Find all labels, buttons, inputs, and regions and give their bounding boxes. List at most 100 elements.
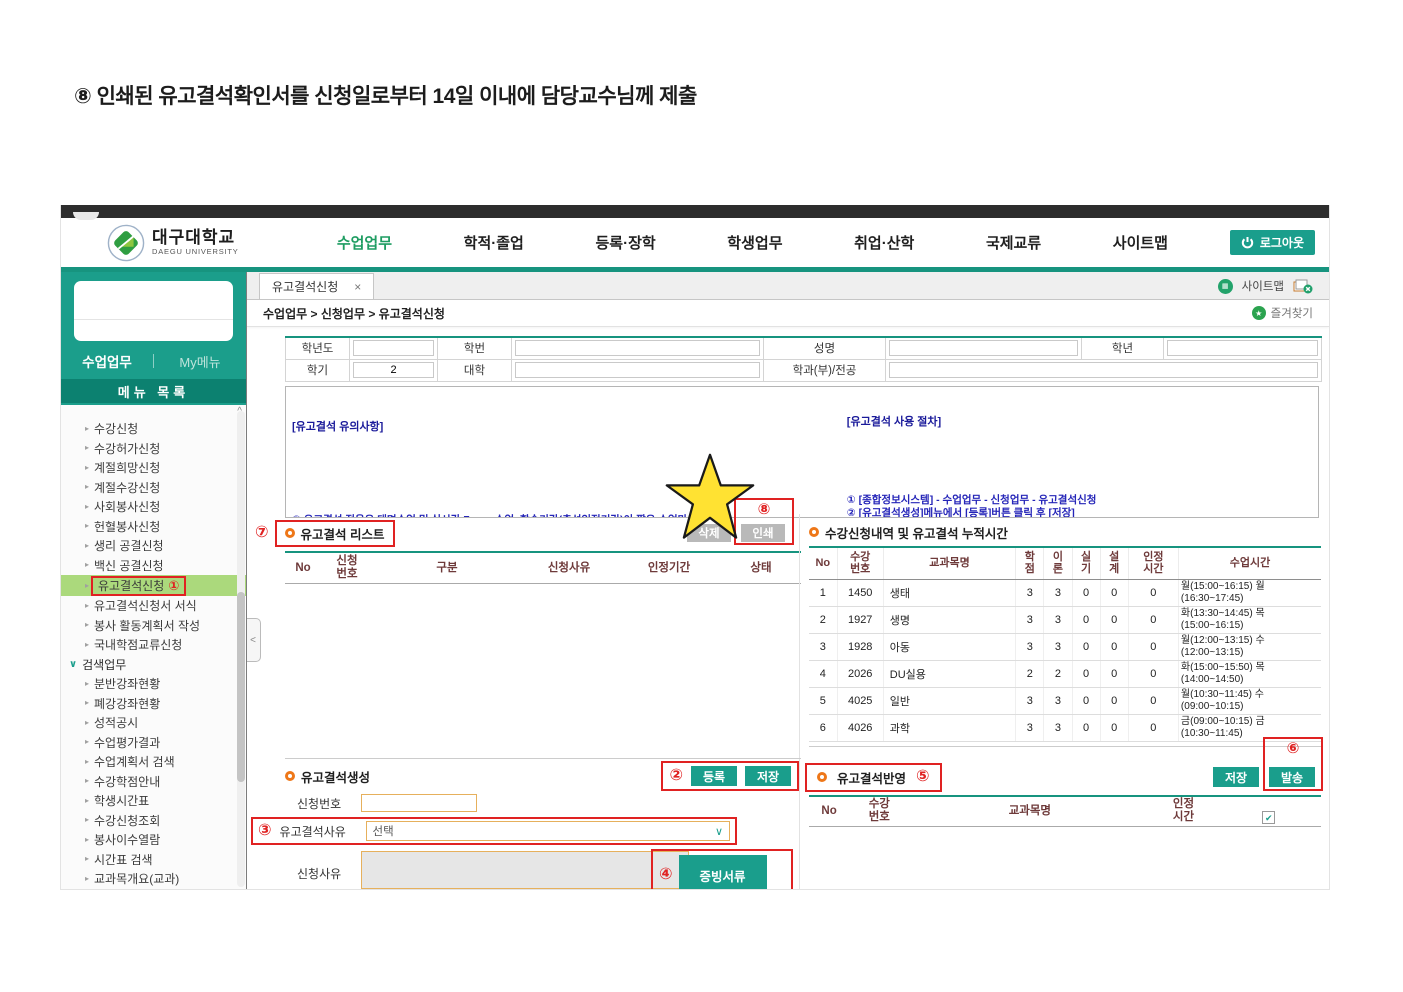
sidebar-menu-item[interactable]: ▸학업성적조회: [61, 889, 246, 891]
sidebar-tab-lecture[interactable]: 수업업무: [61, 351, 153, 371]
sidebar-menu-item[interactable]: ▸사회봉사신청: [61, 497, 246, 517]
arrow-icon: ▸: [85, 855, 89, 863]
sidebar-collapse-handle[interactable]: <: [246, 618, 261, 662]
arrow-icon: ▸: [85, 582, 89, 590]
sidebar-menu-item[interactable]: ▸생리 공결신청: [61, 536, 246, 556]
sidebar-menu-item[interactable]: ▸봉사이수열람: [61, 830, 246, 850]
table-row: 5 4025 일반 3 3 0 0 0 월(10:30~11:45) 수(09:…: [809, 687, 1321, 714]
print-button[interactable]: 인쇄: [741, 524, 785, 542]
sidebar-menu-item[interactable]: ▸교과목개요(교과): [61, 869, 246, 889]
sidebar-item-absence-apply[interactable]: ▸ 유고결석신청 ①: [61, 575, 246, 596]
sidebar-menu-item[interactable]: ▸폐강강좌현황: [61, 694, 246, 714]
arrow-icon: ▸: [85, 875, 89, 883]
sidebar-menu-item[interactable]: ▸수업계획서 검색: [61, 752, 246, 772]
favorite-label[interactable]: 즐겨찾기: [1271, 305, 1313, 321]
apply-save-button[interactable]: 저장: [1213, 767, 1259, 787]
cell-recognized: 0: [1128, 606, 1178, 633]
close-tab-icon[interactable]: ×: [354, 280, 361, 294]
sidebar-tab-mymenu[interactable]: My메뉴: [154, 352, 246, 371]
cell-course-name: 생태: [883, 579, 1016, 606]
sidebar-group-search[interactable]: ∨ 검색업무: [61, 655, 246, 675]
label-grade: 학년: [1082, 337, 1164, 359]
send-button[interactable]: 발송: [1269, 767, 1315, 787]
nav-item[interactable]: 국제교류: [986, 232, 1041, 253]
arrow-icon: ▸: [85, 542, 89, 550]
year-input[interactable]: [353, 340, 434, 356]
register-button[interactable]: 등록: [691, 766, 737, 786]
term-input[interactable]: [353, 362, 434, 378]
apply-header: 유고결석반영 ⑤ 저장 발송 ⑥: [809, 763, 1321, 791]
cell-theory: 3: [1044, 579, 1072, 606]
sidebar-menu-item[interactable]: ▸ 계절희망신청: [61, 458, 246, 478]
reason-type-select[interactable]: 선택 ∨: [366, 821, 730, 841]
label-dept: 학과(부)/전공: [764, 359, 886, 381]
application-no-input[interactable]: [361, 794, 477, 812]
evidence-button[interactable]: 증빙서류: [679, 855, 767, 890]
sidebar-menu-item[interactable]: ▸수강신청조회: [61, 811, 246, 831]
cell-credit: 3: [1016, 714, 1044, 741]
nav-item[interactable]: 사이트맵: [1113, 232, 1168, 253]
cell-theory: 2: [1044, 660, 1072, 687]
notice-cautions-title: [유고결석 유의사항]: [292, 420, 843, 436]
delete-button[interactable]: 삭제: [687, 524, 731, 542]
cell-recognized: 0: [1128, 714, 1178, 741]
favorite-icon[interactable]: ★: [1252, 306, 1266, 320]
logout-button[interactable]: 로그아웃: [1230, 230, 1315, 255]
sidebar-menu-item[interactable]: ▸유고결석신청서 서식: [61, 596, 246, 616]
breadcrumb: 수업업무 > 신청업무 > 유고결석신청 ★ 즐겨찾기: [247, 300, 1329, 327]
sidebar-menu-item[interactable]: ▸국내학점교류신청: [61, 635, 246, 655]
sidebar-menu-item[interactable]: ▸분반강좌현황: [61, 674, 246, 694]
sidebar-menu-item[interactable]: ▸백신 공결신청: [61, 556, 246, 576]
sidebar-menu-item[interactable]: ▸봉사 활동계획서 작성: [61, 616, 246, 636]
cell-design: 0: [1100, 687, 1128, 714]
student-no-input[interactable]: [515, 340, 760, 356]
close-all-tabs-icon[interactable]: [1293, 278, 1313, 294]
absence-apply-section: 유고결석반영 ⑤ 저장 발송 ⑥: [809, 746, 1321, 827]
sidebar-scrollbar[interactable]: [237, 411, 245, 887]
sitemap-icon[interactable]: ▦: [1218, 279, 1233, 294]
logo-subtitle: DAEGU UNIVERSITY: [152, 247, 239, 256]
arrow-icon: ▸: [85, 464, 89, 472]
scrollbar-thumb[interactable]: [237, 592, 245, 782]
nav-item[interactable]: 수업업무: [337, 232, 392, 253]
tab-absence-apply[interactable]: 유고결석신청 ×: [259, 273, 374, 299]
nav-item[interactable]: 학적·졸업: [464, 232, 524, 253]
arrow-icon: ▸: [85, 816, 89, 824]
university-logo[interactable]: 대구대학교 DAEGU UNIVERSITY: [61, 224, 275, 262]
empty-list-area: [285, 584, 801, 770]
grade-input[interactable]: [1167, 340, 1318, 356]
name-input[interactable]: [889, 340, 1078, 356]
bullet-icon: [285, 528, 295, 538]
sidebar-menu-item[interactable]: ▸수강학점안내: [61, 772, 246, 792]
sidebar-menu-item[interactable]: ▸수강신청: [61, 419, 246, 439]
menu-item-label: 국내학점교류신청: [94, 636, 182, 653]
menu-item-label: 계절희망신청: [94, 459, 160, 476]
dept-input[interactable]: [889, 362, 1318, 378]
bullet-icon: [817, 772, 827, 782]
cell-credit: 2: [1016, 660, 1044, 687]
reason-textarea[interactable]: [361, 851, 689, 889]
menu-item-label: 헌혈봉사신청: [94, 518, 160, 535]
sitemap-label[interactable]: 사이트맵: [1242, 278, 1284, 294]
star-glyph: ★: [1255, 309, 1262, 318]
sidebar-menu-item[interactable]: ▸학생시간표: [61, 791, 246, 811]
sidebar-menu-item[interactable]: ▸성적공시: [61, 713, 246, 733]
check-icon: ✔: [1265, 813, 1273, 823]
menu-item-label: 성적공시: [94, 714, 138, 731]
sidebar-menu-item[interactable]: ▸수업평가결과: [61, 733, 246, 753]
nav-item[interactable]: 취업·산학: [854, 232, 914, 253]
menu-item-label: 계절수강신청: [94, 479, 160, 496]
select-all-checkbox[interactable]: ✔: [1262, 811, 1275, 824]
nav-item[interactable]: 등록·장학: [595, 232, 655, 253]
sidebar-menu-item[interactable]: ▸계절수강신청: [61, 478, 246, 498]
arrow-icon: ▸: [85, 836, 89, 844]
logo-emblem-icon: [107, 224, 145, 262]
sidebar-menu-item[interactable]: ▸시간표 검색: [61, 850, 246, 870]
tabbar-tools: ▦ 사이트맵: [1202, 278, 1329, 299]
nav-item[interactable]: 학생업무: [727, 232, 782, 253]
create-save-button[interactable]: 저장: [745, 766, 791, 786]
column-header: 학 점: [1016, 547, 1044, 579]
college-input[interactable]: [515, 362, 760, 378]
sidebar-menu-item[interactable]: ▸헌혈봉사신청: [61, 517, 246, 537]
sidebar-menu-item[interactable]: ▸수강허가신청: [61, 439, 246, 459]
